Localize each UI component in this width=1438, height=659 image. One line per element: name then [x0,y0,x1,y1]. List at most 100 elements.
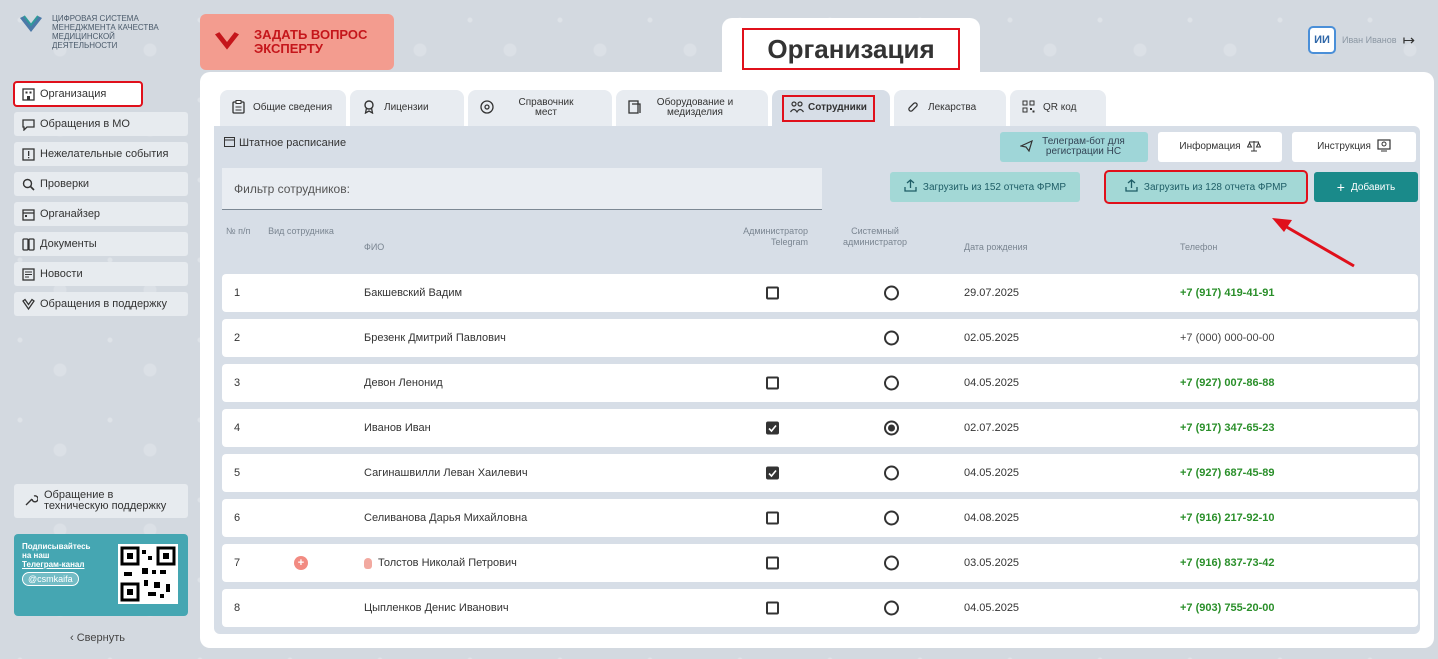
cell-phone[interactable]: +7 (927) 687-45-89 [1180,467,1274,479]
table-row[interactable]: 1 Бакшевский Вадим 29.07.2025 +7 (917) 419-… [222,274,1418,312]
tab-label: Лицензии [384,102,429,113]
tab-licenses[interactable]: Лицензии [350,90,464,126]
logo-text: ЦИФРОВАЯ СИСТЕМА МЕНЕДЖМЕНТА КАЧЕСТВА МЕ… [52,14,159,50]
cell-dob: 04.08.2025 [964,512,1020,524]
main-panel: Общие сведения Лицензии Справочник мест … [200,72,1434,648]
heart-icon [22,298,35,311]
collapse-button[interactable]: ‹ Свернуть [70,632,125,644]
cell-phone[interactable]: +7 (916) 837-73-42 [1180,557,1274,569]
tab-staff-highlight: Сотрудники [782,94,875,122]
load-152-button[interactable]: Загрузить из 152 отчета ФРМР [890,172,1080,202]
logo[interactable]: ЦИФРОВАЯ СИСТЕМА МЕНЕДЖМЕНТА КАЧЕСТВА МЕ… [18,14,182,50]
sys-admin-radio[interactable] [884,375,899,391]
cell-dob: 29.07.2025 [964,287,1020,299]
table-row[interactable]: 4 Иванов Иван 02.07.2025 +7 (917) 347-65-23 [222,409,1418,447]
clipboard-icon [232,99,245,117]
tab-staff[interactable]: Сотрудники [772,90,890,126]
sys-admin-radio[interactable] [884,510,899,526]
qr-code-image [118,544,178,604]
user-menu[interactable]: ИИ Иван Иванов ↦ [1308,26,1415,54]
table-row[interactable]: 6 Селиванова Дарья Михайловна 04.08.2025 +7… [222,499,1418,537]
sys-admin-radio[interactable] [884,555,899,571]
cell-fio-text: Цыпленков Денис Иванович [364,602,509,614]
cell-dob: 03.05.2025 [964,557,1020,569]
cell-fio[interactable]: Брезенк Дмитрий Павлович [364,332,506,344]
tg-admin-checkbox[interactable] [766,601,779,615]
telegram-card[interactable]: Подписывайтесь на наш Телеграм-канал @cs… [14,534,188,616]
tab-places[interactable]: Справочник мест [468,90,612,126]
sidebar-item-inspections[interactable]: Проверки [14,172,188,196]
cell-phone[interactable]: +7 (916) 217-92-10 [1180,512,1274,524]
cell-phone[interactable]: +7 (903) 755-20-00 [1180,602,1274,614]
th-type: Вид сотрудника [268,226,334,236]
sys-admin-radio[interactable] [884,285,899,301]
sys-admin-radio[interactable] [884,420,899,436]
table-row[interactable]: 7 + Толстов Николай Петрович 03.05.2025 +7 (… [222,544,1418,582]
tab-label: Общие сведения [253,102,333,113]
sys-admin-radio[interactable] [884,465,899,481]
sidebar-item-adverse-events[interactable]: Нежелательные события [14,142,188,166]
sidebar-item-organizer[interactable]: Органайзер [14,202,188,226]
sys-admin-radio[interactable] [884,600,899,616]
wrench-icon [24,493,39,510]
table-row[interactable]: 3 Девон Ленонид 04.05.2025 +7 (927) 007-86-… [222,364,1418,402]
cell-fio[interactable]: Цыпленков Денис Иванович [364,602,509,614]
th-sys-admin: Системный администратор [843,226,907,247]
sidebar-item-label: Обращения в поддержку [40,298,167,310]
cell-fio[interactable]: Бакшевский Вадим [364,287,462,299]
staff-filter-input[interactable]: Фильтр сотрудников: [222,168,822,210]
add-employee-button[interactable]: + Добавить [1314,172,1418,202]
cell-phone[interactable]: +7 (917) 347-65-23 [1180,422,1274,434]
tech-support-button[interactable]: Обращение в техническую поддержку [14,484,188,518]
pill-icon [906,100,920,117]
cell-number: 8 [234,602,241,614]
telegram-bot-button[interactable]: Телеграм-бот для регистрации НС [1000,132,1148,162]
sidebar-item-appeals-mo[interactable]: Обращения в МО [14,112,188,136]
sidebar-item-label: Новости [40,268,83,280]
cell-phone[interactable]: +7 (917) 419-41-91 [1180,287,1274,299]
sidebar-item-documents[interactable]: Документы [14,232,188,256]
tab-equipment[interactable]: Оборудование и медизделия [616,90,768,126]
load-128-button[interactable]: Загрузить из 128 отчета ФРМР [1104,170,1308,204]
logout-icon[interactable]: ↦ [1403,31,1416,49]
collapse-label: Свернуть [76,632,125,644]
cell-fio[interactable]: Сагинашвилли Леван Хаилевич [364,467,528,479]
sys-admin-radio[interactable] [884,330,899,346]
tg-admin-checkbox[interactable] [766,421,779,435]
table-row[interactable]: 2 Брезенк Дмитрий Павлович 02.05.2025 +7 (0… [222,319,1418,357]
sidebar-item-label: Документы [40,238,97,250]
sidebar-item-news[interactable]: Новости [14,262,188,286]
ask-expert-button[interactable]: ЗАДАТЬ ВОПРОС ЭКСПЕРТУ [200,14,394,70]
tab-general[interactable]: Общие сведения [220,90,346,126]
tab-label: Сотрудники [808,102,867,113]
tg-admin-checkbox[interactable] [766,511,779,525]
cell-fio[interactable]: Селиванова Дарья Михайловна [364,512,527,524]
cell-phone[interactable]: +7 (927) 007-86-88 [1180,377,1274,389]
cell-phone[interactable]: +7 (000) 000-00-00 [1180,332,1274,344]
cell-number: 7 [234,557,241,569]
tg-admin-checkbox[interactable] [766,466,779,480]
instruction-label: Инструкция [1317,141,1371,152]
avatar[interactable]: ИИ [1308,26,1336,54]
tab-qr[interactable]: QR код [1010,90,1106,126]
cell-fio[interactable]: Толстов Николай Петрович [364,557,517,569]
info-label: Информация [1179,141,1241,152]
plus-icon: + [1336,179,1345,195]
sidebar-item-organization[interactable]: Организация [13,81,143,107]
table-row[interactable]: 8 Цыпленков Денис Иванович 04.05.2025 +7 (9… [222,589,1418,627]
tg-admin-checkbox[interactable] [766,556,779,570]
cell-number: 2 [234,332,241,344]
tab-medicines[interactable]: Лекарства [894,90,1006,126]
cell-number: 1 [234,287,241,299]
sidebar-item-support-appeals[interactable]: Обращения в поддержку [14,292,188,316]
table-row[interactable]: 5 Сагинашвилли Леван Хаилевич 04.05.2025 +7… [222,454,1418,492]
cell-fio[interactable]: Девон Ленонид [364,377,443,389]
sidebar-item-label: Обращения в МО [40,118,130,130]
sidebar: ЦИФРОВАЯ СИСТЕМА МЕНЕДЖМЕНТА КАЧЕСТВА МЕ… [0,0,196,659]
info-button[interactable]: Информация [1158,132,1282,162]
staff-schedule-link[interactable]: Штатное расписание [224,136,346,150]
tg-admin-checkbox[interactable] [766,376,779,390]
tg-admin-checkbox[interactable] [766,286,779,300]
instruction-button[interactable]: Инструкция [1292,132,1416,162]
cell-fio[interactable]: Иванов Иван [364,422,431,434]
